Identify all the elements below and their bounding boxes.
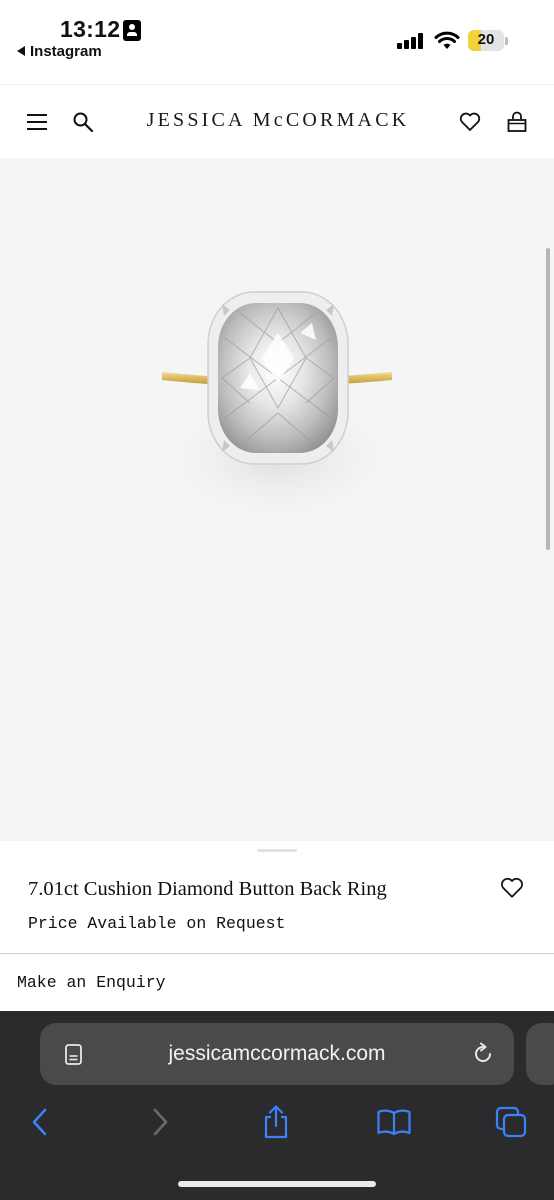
- tabs-button[interactable]: [491, 1104, 531, 1140]
- menu-button[interactable]: [22, 107, 52, 137]
- site-header: JESSICA McCORMACK: [0, 84, 554, 158]
- battery-level: 20: [477, 31, 495, 48]
- share-button[interactable]: [256, 1104, 296, 1140]
- wifi-icon: [434, 31, 460, 49]
- forward-icon: [153, 1108, 168, 1136]
- bookmarks-button[interactable]: [374, 1104, 414, 1140]
- wishlist-button[interactable]: [455, 107, 485, 137]
- product-info-panel: 7.01ct Cushion Diamond Button Back Ring …: [0, 841, 554, 953]
- bag-icon: [507, 111, 527, 132]
- forward-button[interactable]: [140, 1104, 180, 1140]
- status-time: 13:12: [60, 16, 121, 42]
- bag-button[interactable]: [502, 107, 532, 137]
- sheet-drag-handle[interactable]: [257, 849, 297, 852]
- address-url: jessicamccormack.com: [168, 1042, 386, 1065]
- brand-logo[interactable]: JESSICA McCORMACK: [140, 109, 416, 132]
- back-to-app-link[interactable]: Instagram: [17, 43, 102, 60]
- add-to-wishlist-button[interactable]: [500, 877, 526, 901]
- bookmarks-icon: [377, 1109, 411, 1136]
- product-image-area[interactable]: [0, 158, 554, 841]
- back-icon: [32, 1108, 47, 1136]
- make-enquiry-button[interactable]: Make an Enquiry: [0, 953, 554, 1011]
- browser-toolbar: jessicamccormack.com: [0, 1011, 554, 1200]
- home-indicator[interactable]: [178, 1181, 376, 1187]
- status-bar: 13:12 Instagram 20: [0, 0, 554, 84]
- address-bar[interactable]: jessicamccormack.com: [40, 1023, 514, 1085]
- heart-icon: [501, 877, 523, 898]
- next-tab-preview[interactable]: [526, 1023, 554, 1085]
- heart-icon: [459, 112, 481, 131]
- focus-id-icon: [123, 20, 141, 41]
- share-icon: [264, 1105, 288, 1139]
- tabs-icon: [495, 1106, 527, 1138]
- cellular-signal-icon: [397, 33, 425, 49]
- reload-icon[interactable]: [470, 1041, 496, 1067]
- ring-product-image: [148, 291, 408, 528]
- search-icon: [73, 112, 94, 133]
- back-triangle-icon: [17, 46, 25, 56]
- back-app-label: Instagram: [30, 43, 102, 60]
- back-button[interactable]: [20, 1104, 60, 1140]
- enquiry-label: Make an Enquiry: [17, 973, 166, 992]
- product-title: 7.01ct Cushion Diamond Button Back Ring: [28, 878, 387, 900]
- product-price: Price Available on Request: [28, 914, 286, 933]
- menu-icon: [27, 114, 47, 130]
- battery-icon: 20: [468, 30, 504, 51]
- page-scrollbar[interactable]: [546, 248, 550, 550]
- search-button[interactable]: [68, 107, 98, 137]
